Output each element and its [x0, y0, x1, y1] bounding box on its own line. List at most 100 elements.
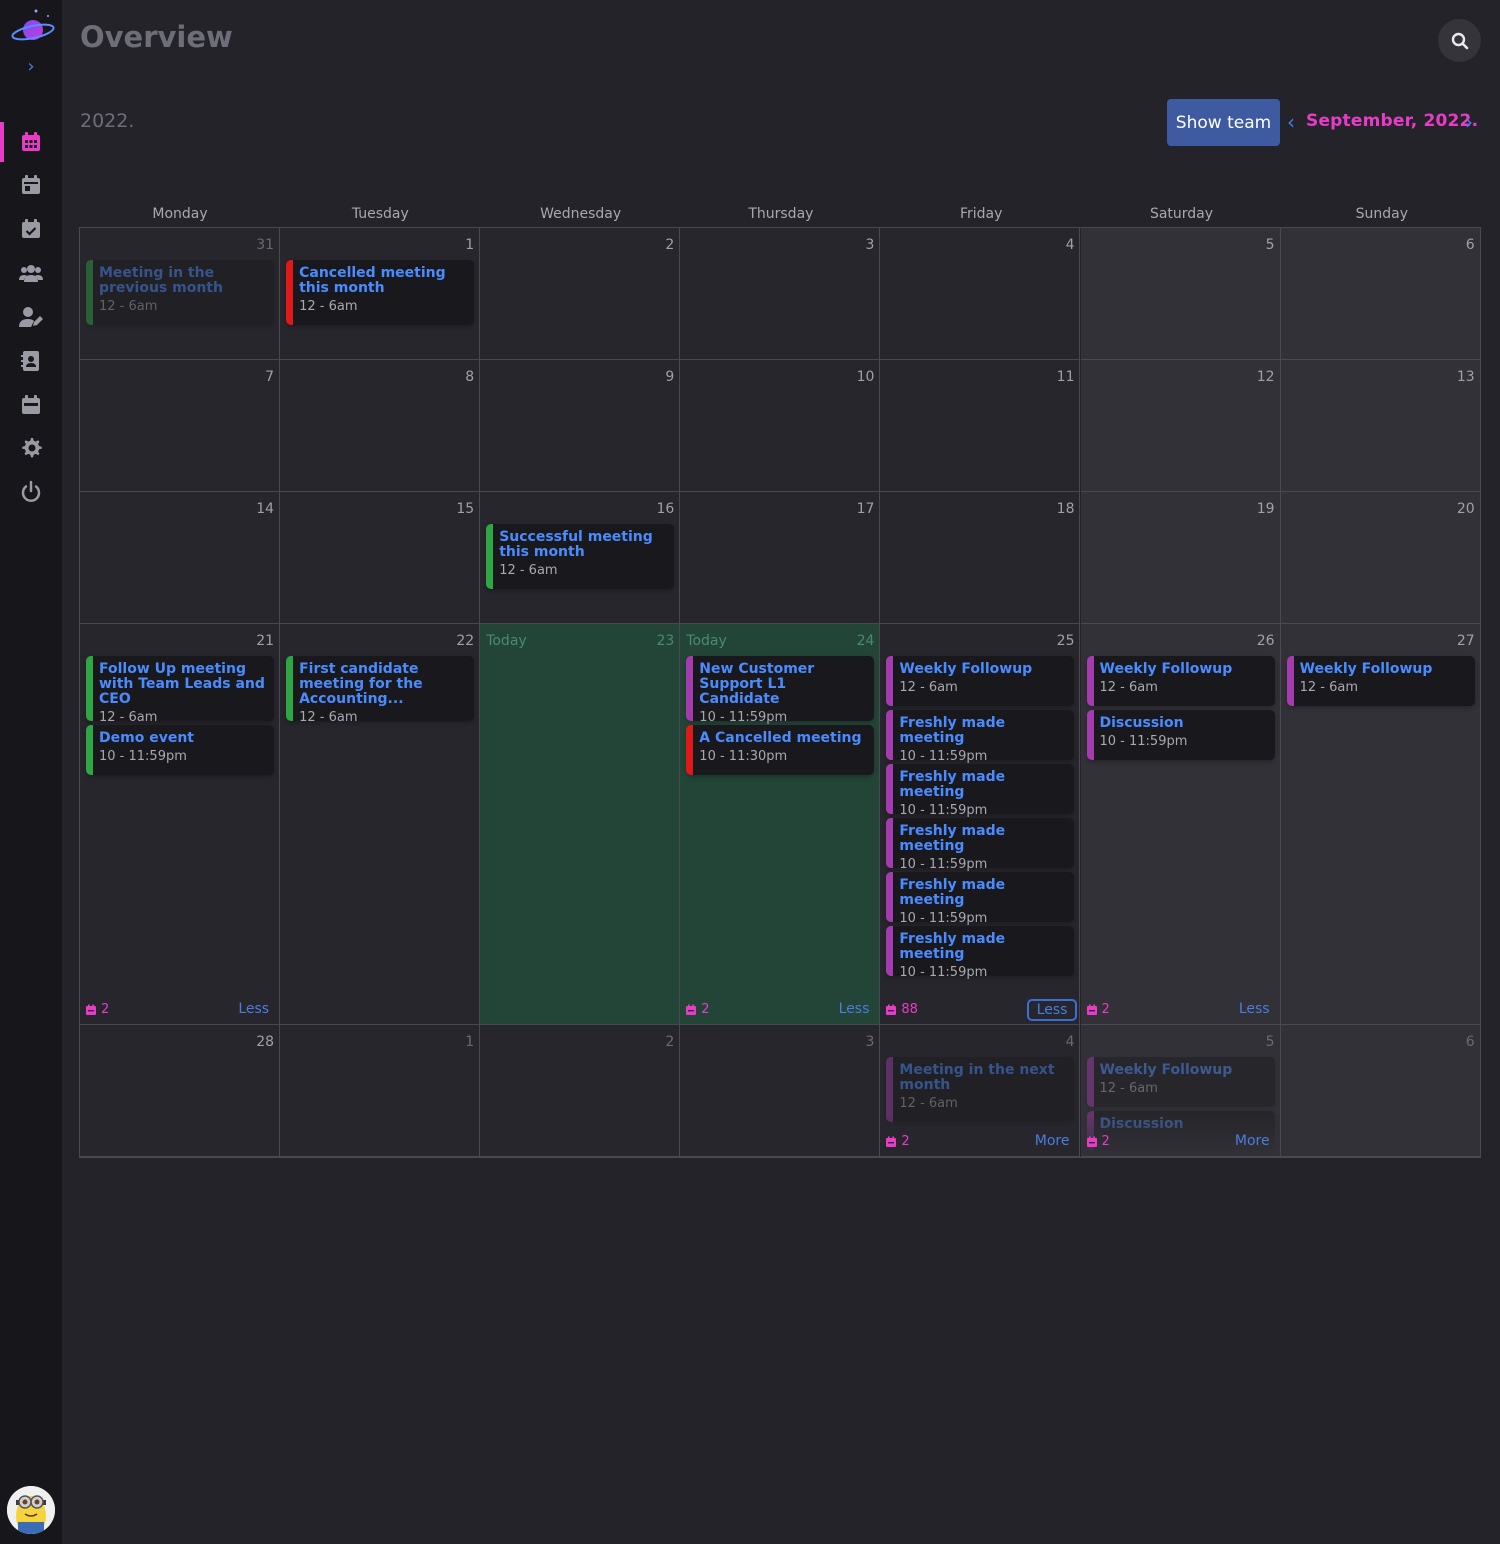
event-title: Weekly Followup	[1099, 661, 1233, 677]
show-more-button[interactable]: More	[1235, 1133, 1270, 1149]
sidebar: ›	[0, 0, 62, 1544]
day-number: 6	[1465, 1034, 1475, 1050]
day-cell[interactable]: 4	[880, 228, 1081, 360]
event-count: 2	[1086, 1002, 1110, 1017]
sidebar-item-users[interactable]	[0, 253, 62, 293]
calendar-event[interactable]: Follow Up meeting with Team Leads and CE…	[86, 656, 274, 725]
planet-logo-icon[interactable]	[10, 8, 56, 46]
expand-sidebar-chevron-icon[interactable]: ›	[21, 56, 41, 78]
show-more-button[interactable]: More	[1035, 1133, 1070, 1149]
day-cell[interactable]: 27 Weekly Followup 12 - 6am	[1280, 624, 1481, 1025]
day-cell[interactable]: 3	[680, 228, 881, 360]
day-cell[interactable]: 25 Weekly Followup 12 - 6am Freshly made me…	[880, 624, 1081, 1025]
event-title: Cancelled meeting this month	[299, 265, 446, 296]
weekday-header: Thursday	[748, 206, 814, 222]
day-cell[interactable]: 10	[680, 360, 881, 492]
day-cell[interactable]: 14	[80, 492, 281, 624]
event-title: Freshly made meeting	[899, 823, 1006, 854]
sidebar-item-user-edit[interactable]	[0, 297, 62, 337]
weekday-header: Sunday	[1355, 206, 1408, 222]
show-less-button[interactable]: Less	[1026, 999, 1078, 1021]
day-number: 11	[1056, 369, 1075, 385]
day-cell[interactable]: 11	[880, 360, 1081, 492]
sidebar-item-power[interactable]	[0, 472, 62, 512]
calendar-event[interactable]: Meeting in the next month 12 - 6am	[886, 1057, 1075, 1122]
event-count: 2	[1086, 1134, 1110, 1149]
day-cell[interactable]: 1	[280, 1025, 481, 1157]
calendar-event[interactable]: Successful meeting this month 12 - 6am	[486, 524, 675, 589]
day-number: 25	[1056, 633, 1075, 649]
day-cell[interactable]: 22 First candidate meeting for the Accoun…	[280, 624, 481, 1025]
search-button[interactable]	[1438, 19, 1481, 62]
show-team-button[interactable]: Show team	[1167, 99, 1280, 146]
calendar-event[interactable]: Discussion 10 - 11:59pm	[1086, 710, 1275, 760]
day-cell[interactable]: 13	[1280, 360, 1481, 492]
user-avatar[interactable]	[7, 1486, 55, 1534]
day-cell[interactable]: 16 Successful meeting this month 12 - 6am	[480, 492, 681, 624]
day-number: 26	[1256, 633, 1275, 649]
show-less-button[interactable]: Less	[1239, 1001, 1270, 1017]
day-cell[interactable]: 31 Meeting in the previous month 12 - 6am	[80, 228, 281, 360]
weekday-header: Wednesday	[540, 206, 622, 222]
calendar-event[interactable]: A Cancelled meeting 10 - 11:30pm	[686, 725, 875, 775]
sidebar-item-contact-card[interactable]	[0, 341, 62, 381]
day-cell[interactable]: Today 23	[480, 624, 681, 1025]
day-cell[interactable]: 1 Cancelled meeting this month 12 - 6am	[280, 228, 481, 360]
day-number: 6	[1465, 237, 1475, 253]
calendar-event[interactable]: Freshly made meeting 10 - 11:59pm	[886, 926, 1075, 980]
day-cell[interactable]: 20	[1280, 492, 1481, 624]
day-cell[interactable]: Today 24 New Customer Support L1 Candidate…	[680, 624, 881, 1025]
search-icon	[1451, 32, 1468, 49]
calendar-event[interactable]: Freshly made meeting 10 - 11:59pm	[886, 818, 1075, 872]
calendar-event[interactable]: Freshly made meeting 10 - 11:59pm	[886, 764, 1075, 818]
day-cell[interactable]: 6	[1280, 228, 1481, 360]
day-cell[interactable]: 18	[880, 492, 1081, 624]
weekday-header: Monday	[152, 206, 208, 222]
event-count: 2	[885, 1134, 910, 1149]
calendar-event[interactable]: Meeting in the previous month 12 - 6am	[86, 260, 274, 325]
day-number: 7	[265, 369, 275, 385]
event-title: Freshly made meeting	[899, 769, 1006, 800]
calendar-event[interactable]: Weekly Followup 12 - 6am	[1086, 1057, 1275, 1107]
sidebar-item-calendar-check[interactable]	[0, 209, 62, 249]
calendar-event[interactable]: Weekly Followup 12 - 6am	[1286, 656, 1475, 706]
calendar-event[interactable]: Cancelled meeting this month 12 - 6am	[286, 260, 475, 325]
previous-month-chevron-icon[interactable]: ‹	[1281, 110, 1301, 134]
sidebar-item-calendar-grid[interactable]	[0, 122, 62, 162]
calendar-event[interactable]: Weekly Followup 12 - 6am	[886, 656, 1075, 706]
day-number: 28	[256, 1034, 275, 1050]
day-number: 19	[1256, 501, 1275, 517]
show-less-button[interactable]: Less	[839, 1001, 870, 1017]
next-month-chevron-icon[interactable]: ›	[1459, 110, 1479, 134]
day-cell[interactable]: 7	[80, 360, 281, 492]
calendar-event[interactable]: Freshly made meeting 10 - 11:59pm	[886, 710, 1075, 764]
calendar-event[interactable]: Freshly made meeting 10 - 11:59pm	[886, 872, 1075, 926]
day-number: 2	[665, 1034, 675, 1050]
day-cell[interactable]: 12	[1080, 360, 1281, 492]
calendar-event[interactable]: Weekly Followup 12 - 6am	[1086, 656, 1275, 706]
day-cell[interactable]: 8	[280, 360, 481, 492]
calendar-event[interactable]: Demo event 10 - 11:59pm	[86, 725, 274, 775]
day-cell[interactable]: 9	[480, 360, 681, 492]
sidebar-item-calendar-week[interactable]	[0, 385, 62, 425]
day-cell[interactable]: 3	[680, 1025, 881, 1157]
day-cell[interactable]: 5 Weekly Followup 12 - 6am Discussion 2 More	[1080, 1025, 1281, 1157]
day-cell[interactable]: 19	[1080, 492, 1281, 624]
calendar-event[interactable]: First candidate meeting for the Accounti…	[286, 656, 475, 725]
calendar-small-icon	[886, 1136, 897, 1147]
day-cell[interactable]: 26 Weekly Followup 12 - 6am Discussion 10 - …	[1080, 624, 1281, 1025]
day-cell[interactable]: 15	[280, 492, 481, 624]
day-cell[interactable]: 17	[680, 492, 881, 624]
day-cell[interactable]: 6	[1280, 1025, 1481, 1157]
day-cell[interactable]: 5	[1080, 228, 1281, 360]
sidebar-item-calendar-day[interactable]	[0, 165, 62, 205]
show-less-button[interactable]: Less	[238, 1001, 269, 1017]
current-month-label: September, 2022.	[1306, 111, 1479, 131]
day-cell[interactable]: 4 Meeting in the next month 12 - 6am 2 More	[880, 1025, 1081, 1157]
day-cell[interactable]: 2	[480, 1025, 681, 1157]
sidebar-item-gear[interactable]	[0, 428, 62, 468]
calendar-event[interactable]: New Customer Support L1 Candidate 10 - 11…	[686, 656, 875, 725]
day-cell[interactable]: 28	[80, 1025, 281, 1157]
day-cell[interactable]: 21 Follow Up meeting with Team Leads and …	[80, 624, 281, 1025]
day-cell[interactable]: 2	[480, 228, 681, 360]
